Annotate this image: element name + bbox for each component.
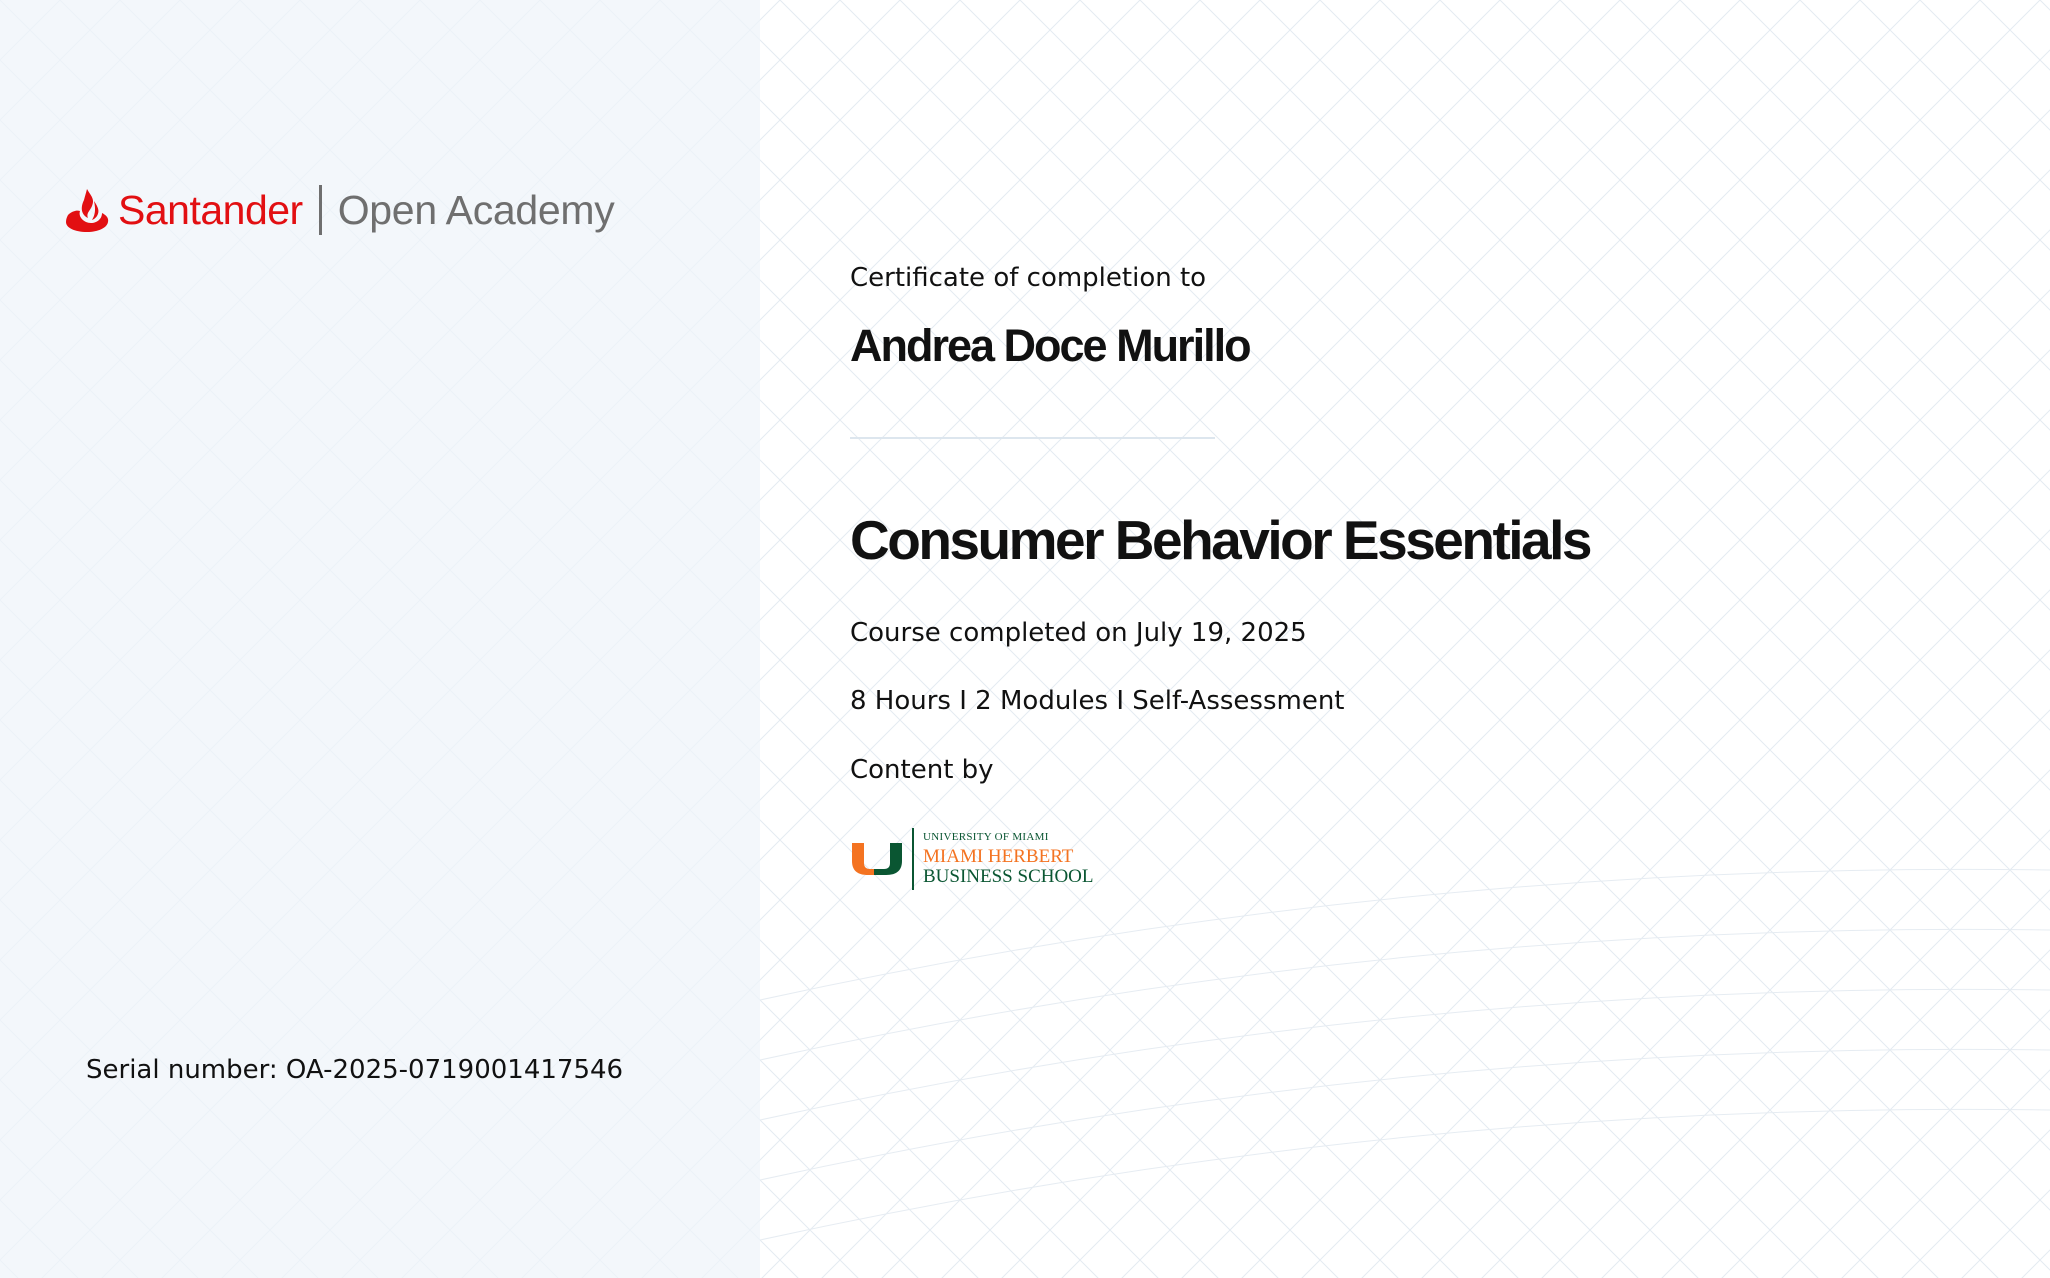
santander-flame-icon [66,189,109,232]
miami-herbert-logo: UNIVERSITY OF MIAMI MIAMI HERBERT BUSINE… [850,826,1094,892]
partner-name: MIAMI HERBERT [923,846,1074,867]
brand-subtitle: Open Academy [337,186,615,233]
serial-number: Serial number: OA-2025-0719001417546 [86,1055,624,1085]
partner-university: UNIVERSITY OF MIAMI [923,831,1049,843]
partner-separator [912,828,914,890]
brand-separator [318,185,322,235]
divider [850,437,1215,439]
partner-school: BUSINESS SCHOOL [923,866,1094,887]
course-details: 8 Hours I 2 Modules I Self-Assessment [850,686,1345,716]
santander-open-academy-logo: Santander Open Academy [64,182,615,238]
partner-wordmark: UNIVERSITY OF MIAMI MIAMI HERBERT BUSINE… [923,831,1094,887]
content-by-label: Content by [850,755,994,785]
certificate-label: Certificate of completion to [850,263,1207,293]
recipient-name: Andrea Doce Murillo [850,320,1252,371]
completion-date: Course completed on July 19, 2025 [850,618,1307,648]
brand-name: Santander [118,186,303,233]
university-u-icon [852,843,902,875]
course-title: Consumer Behavior Essentials [850,509,1593,571]
